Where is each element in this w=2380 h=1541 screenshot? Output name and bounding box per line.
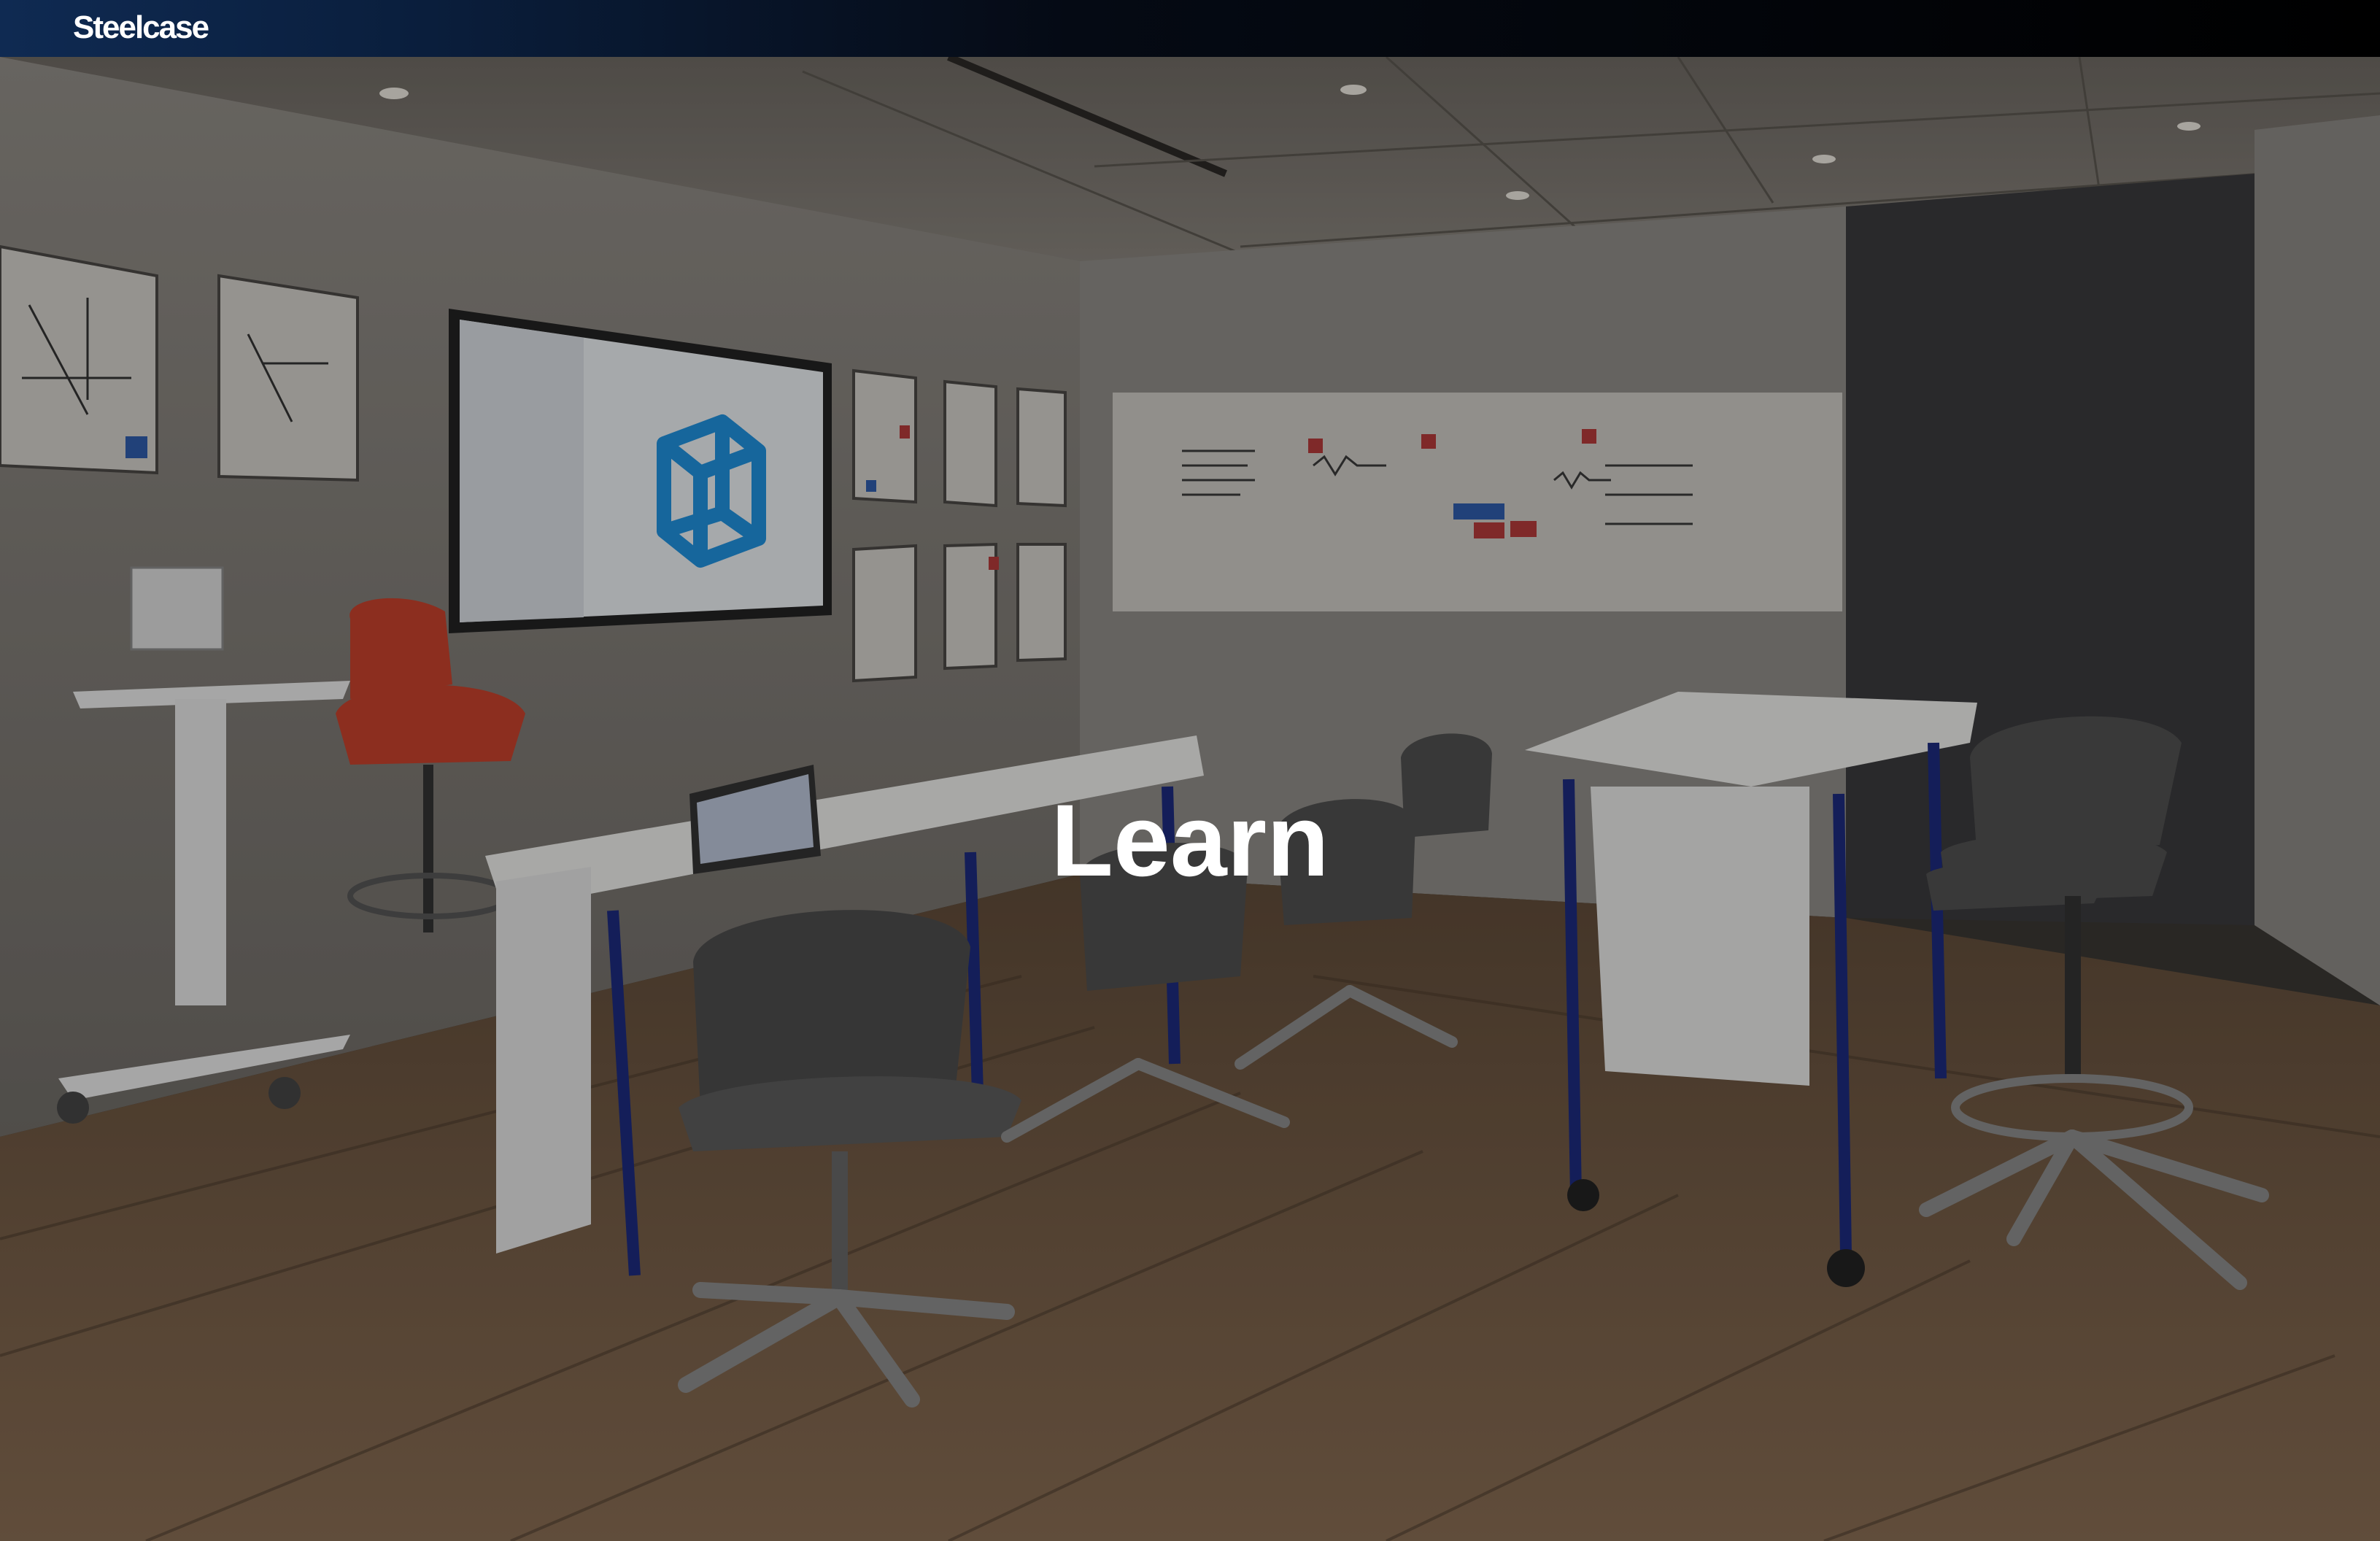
top-bar: Steelcase <box>0 0 2380 57</box>
hero-banner: Learn <box>0 57 2380 1541</box>
hero-title: Learn <box>1051 782 1329 897</box>
steelcase-logo[interactable]: Steelcase <box>73 12 209 44</box>
